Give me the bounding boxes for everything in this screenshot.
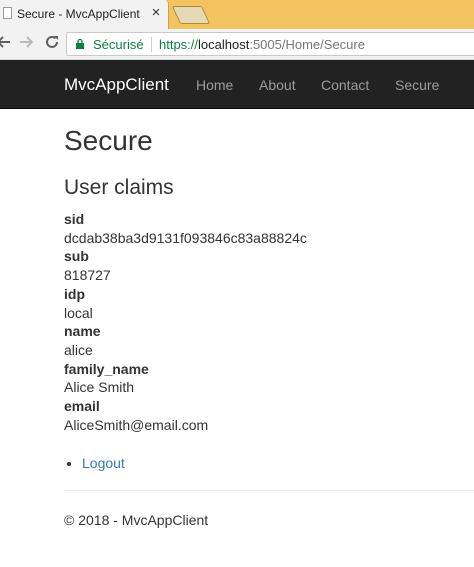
nav-link-contact[interactable]: Contact xyxy=(321,77,369,93)
claim-value: dcdab38ba3d9131f093846c83a88824c xyxy=(64,229,307,246)
tab-strip: Secure - MvcAppClient × xyxy=(0,0,474,29)
claim-value: local xyxy=(64,304,93,321)
browser-window: Secure - MvcAppClient × Sécurisé https:/… xyxy=(0,0,474,567)
claim-type: name xyxy=(64,323,101,340)
page-favicon-icon xyxy=(3,7,12,19)
tab-title: Secure - MvcAppClient xyxy=(17,7,140,21)
browser-toolbar: Sécurisé https://localhost:5005/Home/Sec… xyxy=(0,29,474,60)
claim-value: Alice Smith xyxy=(64,379,135,396)
address-bar[interactable]: Sécurisé https://localhost:5005/Home/Sec… xyxy=(66,32,474,56)
address-separator xyxy=(151,37,152,52)
claim-value: alice xyxy=(64,341,93,358)
nav-link-secure[interactable]: Secure xyxy=(395,77,439,93)
page-title: Secure xyxy=(64,125,153,156)
logout-link[interactable]: Logout xyxy=(82,455,125,471)
url-host: localhost xyxy=(198,37,250,52)
reload-icon[interactable] xyxy=(42,34,62,54)
browser-tab[interactable]: Secure - MvcAppClient × xyxy=(0,0,169,29)
forward-arrow-icon[interactable] xyxy=(16,34,36,54)
section-title: User claims xyxy=(64,176,174,199)
footer-divider xyxy=(64,490,474,491)
url-protocol: https:// xyxy=(159,37,199,52)
footer-text: © 2018 - MvcAppClient xyxy=(64,512,209,528)
tab-close-icon[interactable]: × xyxy=(148,5,164,21)
secure-indicator[interactable]: Sécurisé xyxy=(93,37,144,52)
claim-type: idp xyxy=(64,285,85,302)
lock-icon xyxy=(76,39,84,49)
list-item: Logout xyxy=(82,453,125,473)
nav-link-about[interactable]: About xyxy=(259,77,296,93)
url-text[interactable]: https://localhost:5005/Home/Secure xyxy=(159,37,365,52)
claim-type: sub xyxy=(64,248,89,265)
brand-link[interactable]: MvcAppClient xyxy=(64,75,169,95)
back-arrow-icon[interactable] xyxy=(0,34,14,54)
claim-value: AliceSmith@email.com xyxy=(64,416,209,433)
actions-list: Logout xyxy=(64,453,125,473)
claim-value: 818727 xyxy=(64,267,111,284)
claims-list: sid dcdab38ba3d9131f093846c83a88824c sub… xyxy=(64,210,307,434)
claim-type: email xyxy=(64,398,100,415)
nav-link-home[interactable]: Home xyxy=(196,77,233,93)
claim-type: sid xyxy=(64,211,85,227)
site-navbar: MvcAppClient Home About Contact Secure xyxy=(0,60,474,109)
claim-type: family_name xyxy=(64,360,149,377)
url-path: :5005/Home/Secure xyxy=(249,37,365,52)
new-tab-button[interactable] xyxy=(171,6,211,24)
